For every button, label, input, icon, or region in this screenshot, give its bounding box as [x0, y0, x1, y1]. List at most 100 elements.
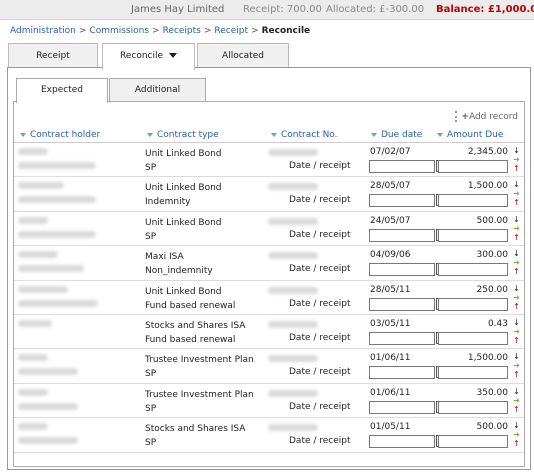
arrow-right-icon[interactable]: ➜	[512, 430, 521, 439]
date-receipt-link[interactable]: Date / receipt	[289, 299, 351, 309]
receipt-amount-input[interactable]	[438, 297, 508, 311]
table-row: Stocks and Shares ISA SP Date / receipt 01/…	[14, 418, 524, 453]
adviser-redacted	[18, 196, 96, 204]
row-actions: ↓ ➜ ↑	[512, 387, 521, 414]
receipt-amount-input[interactable]	[438, 366, 508, 380]
subtab-additional[interactable]: Additional	[109, 78, 206, 102]
chevron-down-icon[interactable]	[169, 53, 178, 58]
arrow-up-icon[interactable]: ↑	[512, 233, 521, 242]
tab-allocated[interactable]: Allocated	[197, 43, 289, 68]
arrow-right-icon[interactable]: ➜	[512, 361, 521, 370]
column-contract-holder[interactable]: Contract holder	[20, 130, 100, 140]
table-header: Contract holder Contract type Contract N…	[14, 128, 524, 143]
date-receipt-link[interactable]: Date / receipt	[289, 436, 351, 446]
amount-due: 1,500.00	[467, 181, 508, 192]
contract-holder-redacted	[18, 285, 68, 293]
date-receipt-link[interactable]: Date / receipt	[289, 333, 351, 343]
arrow-up-icon[interactable]: ↑	[512, 164, 521, 173]
contract-no-redacted	[268, 424, 318, 432]
arrow-down-icon[interactable]: ↓	[512, 249, 521, 258]
receipt-amount-input[interactable]	[438, 228, 508, 242]
arrow-down-icon[interactable]: ↓	[512, 387, 521, 396]
arrow-up-icon[interactable]: ↑	[512, 267, 521, 276]
receipt-amount-input[interactable]	[438, 331, 508, 345]
sort-down-icon	[147, 132, 153, 137]
date-receipt-link[interactable]: Date / receipt	[289, 230, 351, 240]
column-contract-no[interactable]: Contract No.	[271, 130, 338, 140]
breadcrumb-administration[interactable]: Administration	[10, 26, 76, 36]
due-date: 28/05/07	[370, 181, 411, 192]
arrow-up-icon[interactable]: ↑	[512, 336, 521, 345]
arrow-right-icon[interactable]: ➜	[512, 189, 521, 198]
contract-type-cell: Unit Linked Bond SP	[145, 216, 222, 244]
arrow-right-icon[interactable]: ➜	[512, 155, 521, 164]
amount-due: 350.00	[476, 387, 509, 398]
contract-type-cell: Unit Linked Bond Fund based renewal	[145, 285, 235, 313]
receipt-date-input[interactable]	[369, 160, 435, 173]
arrow-right-icon[interactable]: ➜	[512, 258, 521, 267]
arrow-up-icon[interactable]: ↑	[512, 439, 521, 448]
receipt-date-input[interactable]	[369, 263, 435, 277]
arrow-up-icon[interactable]: ↑	[512, 370, 521, 379]
receipt-amount-input[interactable]	[438, 435, 508, 449]
breadcrumb-receipt[interactable]: Receipt	[214, 26, 248, 36]
contract-type-cell: Unit Linked Bond SP	[145, 147, 222, 175]
arrow-up-icon[interactable]: ↑	[512, 405, 521, 414]
date-receipt-link[interactable]: Date / receipt	[289, 367, 351, 377]
arrow-down-icon[interactable]: ↓	[512, 146, 521, 155]
subtab-additional-label: Additional	[134, 85, 181, 95]
arrow-up-icon[interactable]: ↑	[512, 302, 521, 311]
tab-reconcile[interactable]: Reconcile	[102, 43, 195, 70]
date-receipt-link[interactable]: Date / receipt	[289, 264, 351, 274]
receipt-date-input[interactable]	[369, 297, 435, 311]
arrow-down-icon[interactable]: ↓	[512, 215, 521, 224]
breadcrumb-receipts[interactable]: Receipts	[163, 26, 201, 36]
date-receipt-link[interactable]: Date / receipt	[289, 161, 351, 171]
column-amount-due[interactable]: Amount Due	[437, 130, 503, 140]
breadcrumb-separator: >	[78, 26, 87, 36]
contract-type: Unit Linked Bond	[145, 149, 222, 159]
subtab-expected[interactable]: Expected	[16, 78, 108, 103]
amount-due: 1,500.00	[467, 353, 508, 364]
column-contract-type[interactable]: Contract type	[147, 130, 219, 140]
receipt-amount-input[interactable]	[438, 400, 508, 414]
contract-type-cell: Unit Linked Bond Indemnity	[145, 181, 222, 209]
contract-holder-redacted	[18, 148, 48, 155]
contract-subtype: Non_indemnity	[145, 266, 213, 277]
receipt-date-input[interactable]	[369, 228, 435, 242]
due-date: 24/05/07	[370, 215, 411, 226]
date-receipt-link[interactable]: Date / receipt	[289, 195, 351, 205]
arrow-down-icon[interactable]: ↓	[512, 180, 521, 189]
arrow-up-icon[interactable]: ↑	[512, 198, 521, 207]
arrow-right-icon[interactable]: ➜	[512, 293, 521, 302]
contract-type-cell: Stocks and Shares ISA Fund based renewal	[145, 319, 245, 347]
arrow-down-icon[interactable]: ↓	[512, 318, 521, 327]
arrow-down-icon[interactable]: ↓	[512, 421, 521, 430]
table-row: Unit Linked Bond Fund based renewal Date /…	[14, 281, 524, 315]
receipt-date-input[interactable]	[369, 194, 435, 208]
receipt-amount-input[interactable]	[438, 263, 508, 277]
contract-type: Stocks and Shares ISA	[145, 320, 246, 331]
breadcrumb-separator: >	[251, 26, 259, 36]
arrow-down-icon[interactable]: ↓	[512, 284, 521, 293]
breadcrumb-separator: >	[203, 26, 212, 36]
date-receipt-link[interactable]: Date / receipt	[289, 402, 351, 412]
receipt-amount-input[interactable]	[438, 160, 508, 173]
tab-receipt[interactable]: Receipt	[8, 43, 98, 68]
receipt-date-input[interactable]	[369, 366, 435, 380]
arrow-right-icon[interactable]: ➜	[512, 396, 521, 405]
contract-subtype: SP	[145, 438, 157, 449]
receipt-date-input[interactable]	[369, 435, 435, 449]
receipt-date-input[interactable]	[369, 331, 435, 345]
arrow-right-icon[interactable]: ➜	[512, 224, 521, 233]
column-due-date[interactable]: Due date	[371, 130, 422, 140]
arrow-down-icon[interactable]: ↓	[512, 352, 521, 361]
breadcrumb-commissions[interactable]: Commissions	[89, 26, 149, 36]
due-date: 01/05/11	[370, 422, 411, 433]
receipt-amount-input[interactable]	[438, 194, 508, 208]
drag-handle-icon	[455, 111, 458, 122]
arrow-right-icon[interactable]: ➜	[512, 327, 521, 336]
receipt-date-input[interactable]	[369, 400, 435, 414]
contract-type-cell: Stocks and Shares ISA SP	[145, 422, 245, 450]
add-record-button[interactable]: +Add record	[455, 111, 518, 122]
